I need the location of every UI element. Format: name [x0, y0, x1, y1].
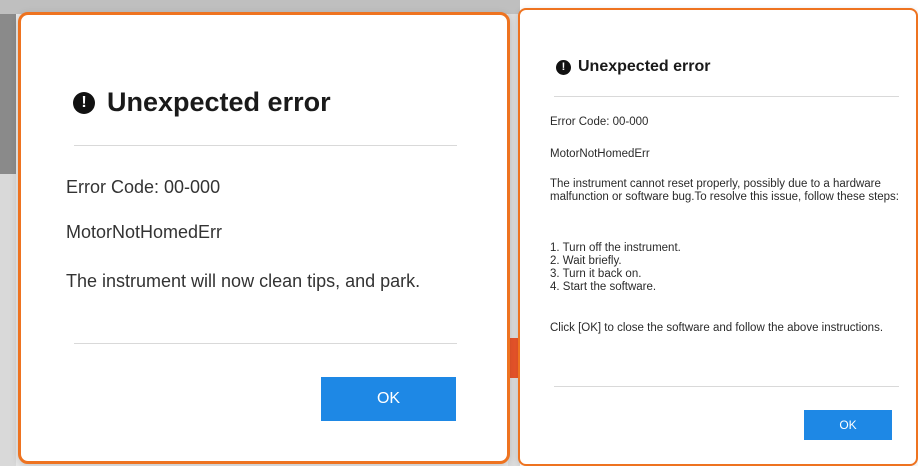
ok-button[interactable]: OK	[321, 377, 456, 421]
dialog-header: ! Unexpected error	[73, 87, 331, 118]
ok-button[interactable]: OK	[804, 410, 892, 440]
step-item: 4. Start the software.	[550, 281, 657, 293]
divider	[74, 343, 457, 344]
error-name: MotorNotHomedErr	[550, 148, 650, 160]
error-description: The instrument cannot reset properly, po…	[550, 178, 900, 203]
error-dialog-detailed: ! Unexpected error Error Code: 00-000 Mo…	[518, 8, 918, 466]
resolution-steps: 1. Turn off the instrument. 2. Wait brie…	[550, 242, 890, 294]
step-item: 3. Turn it back on.	[550, 268, 642, 280]
error-code: Error Code: 00-000	[550, 116, 649, 128]
error-dialog-short: ! Unexpected error Error Code: 00-000 Mo…	[18, 12, 510, 464]
divider	[74, 145, 457, 146]
divider	[554, 96, 899, 97]
background-side-panel	[0, 14, 16, 174]
error-code: Error Code: 00-000	[66, 177, 221, 197]
alert-icon: !	[73, 91, 95, 114]
divider	[554, 386, 899, 387]
step-item: 1. Turn off the instrument.	[550, 242, 681, 254]
step-item: 2. Wait briefly.	[550, 255, 622, 267]
dialog-header: ! Unexpected error	[556, 58, 711, 76]
error-message: The instrument will now clean tips, and …	[66, 271, 421, 291]
dialog-title: Unexpected error	[107, 87, 331, 117]
error-name: MotorNotHomedErr	[66, 222, 223, 242]
close-instruction: Click [OK] to close the software and fol…	[550, 322, 884, 334]
dialog-title: Unexpected error	[578, 58, 711, 75]
alert-icon: !	[556, 59, 571, 75]
background-side-panel-lower	[0, 174, 16, 466]
